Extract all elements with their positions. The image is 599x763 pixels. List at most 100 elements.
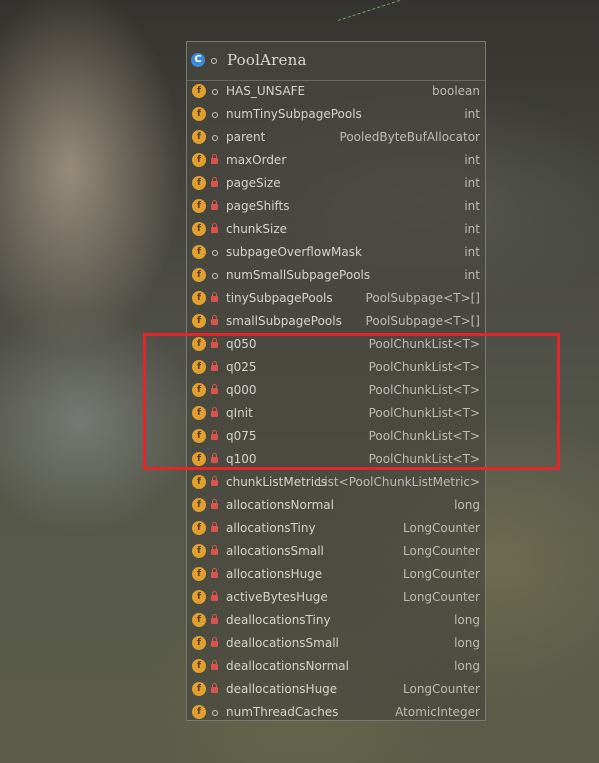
- field-type: LongCounter: [403, 682, 480, 696]
- lock-icon: [211, 361, 218, 371]
- lock-icon: [211, 476, 218, 486]
- field-type: long: [454, 613, 480, 627]
- public-visibility-icon: [212, 710, 218, 716]
- field-row[interactable]: f parent PooledByteBufAllocator: [187, 126, 485, 149]
- field-icon: f: [192, 452, 206, 466]
- field-row[interactable]: f q100 PoolChunkList<T>: [187, 448, 485, 471]
- field-name: deallocationsTiny: [226, 613, 331, 627]
- class-title: PoolArena: [227, 51, 307, 69]
- lock-icon: [211, 499, 218, 509]
- field-type: int: [464, 222, 480, 236]
- field-type: PoolChunkList<T>: [368, 429, 480, 443]
- field-type: PooledByteBufAllocator: [339, 130, 480, 144]
- field-type: AtomicInteger: [395, 705, 480, 719]
- field-row[interactable]: f HAS_UNSAFE boolean: [187, 80, 485, 103]
- field-name: chunkSize: [226, 222, 287, 236]
- field-name: allocationsTiny: [226, 521, 316, 535]
- field-type: int: [464, 245, 480, 259]
- field-icon: f: [192, 245, 206, 259]
- lock-icon: [211, 683, 218, 693]
- field-name: pageShifts: [226, 199, 290, 213]
- field-type: LongCounter: [403, 567, 480, 581]
- field-row[interactable]: f deallocationsTiny long: [187, 609, 485, 632]
- field-type: LongCounter: [403, 521, 480, 535]
- field-row[interactable]: f q000 PoolChunkList<T>: [187, 379, 485, 402]
- field-row[interactable]: f allocationsHuge LongCounter: [187, 563, 485, 586]
- field-row[interactable]: f deallocationsNormal long: [187, 655, 485, 678]
- field-row[interactable]: f numTinySubpagePools int: [187, 103, 485, 126]
- field-icon: f: [192, 107, 206, 121]
- field-type: long: [454, 636, 480, 650]
- field-type: PoolSubpage<T>[]: [365, 291, 480, 305]
- field-row[interactable]: f pageSize int: [187, 172, 485, 195]
- field-type: LongCounter: [403, 544, 480, 558]
- field-icon: f: [192, 199, 206, 213]
- lock-icon: [211, 453, 218, 463]
- field-row[interactable]: f chunkListMetrics List<PoolChunkListMetri…: [187, 471, 485, 494]
- field-list: f HAS_UNSAFE boolean f numTinySubpagePools in…: [187, 80, 485, 724]
- public-visibility-icon: [212, 273, 218, 279]
- field-row[interactable]: f deallocationsHuge LongCounter: [187, 678, 485, 701]
- field-row[interactable]: f pageShifts int: [187, 195, 485, 218]
- field-icon: f: [192, 498, 206, 512]
- field-row[interactable]: f activeBytesHuge LongCounter: [187, 586, 485, 609]
- lock-icon: [211, 200, 218, 210]
- field-row[interactable]: f subpageOverflowMask int: [187, 241, 485, 264]
- structure-popup[interactable]: C PoolArena f HAS_UNSAFE boolean f numTinySu…: [186, 41, 486, 721]
- lock-icon: [211, 223, 218, 233]
- field-name: allocationsNormal: [226, 498, 334, 512]
- field-row[interactable]: f smallSubpagePools PoolSubpage<T>[]: [187, 310, 485, 333]
- lock-icon: [211, 591, 218, 601]
- field-name: q075: [226, 429, 257, 443]
- field-icon: f: [192, 567, 206, 581]
- field-row[interactable]: f maxOrder int: [187, 149, 485, 172]
- field-row[interactable]: f q075 PoolChunkList<T>: [187, 425, 485, 448]
- field-name: allocationsSmall: [226, 544, 324, 558]
- field-icon: f: [192, 130, 206, 144]
- field-row[interactable]: f allocationsSmall LongCounter: [187, 540, 485, 563]
- field-row[interactable]: f allocationsNormal long: [187, 494, 485, 517]
- field-name: chunkListMetrics: [226, 475, 327, 489]
- field-icon: f: [192, 222, 206, 236]
- public-visibility-icon: [211, 58, 217, 64]
- field-type: int: [464, 107, 480, 121]
- field-row[interactable]: f chunkSize int: [187, 218, 485, 241]
- field-name: deallocationsSmall: [226, 636, 339, 650]
- field-name: q025: [226, 360, 257, 374]
- field-name: numTinySubpagePools: [226, 107, 362, 121]
- public-visibility-icon: [212, 135, 218, 141]
- field-icon: f: [192, 406, 206, 420]
- field-name: numSmallSubpagePools: [226, 268, 371, 282]
- field-type: boolean: [432, 84, 480, 98]
- field-name: tinySubpagePools: [226, 291, 333, 305]
- field-type: LongCounter: [403, 590, 480, 604]
- field-row[interactable]: f q025 PoolChunkList<T>: [187, 356, 485, 379]
- field-name: q000: [226, 383, 257, 397]
- field-row[interactable]: f allocationsTiny LongCounter: [187, 517, 485, 540]
- field-row[interactable]: f numSmallSubpagePools int: [187, 264, 485, 287]
- lock-icon: [211, 384, 218, 394]
- field-icon: f: [192, 176, 206, 190]
- field-icon: f: [192, 590, 206, 604]
- field-name: q050: [226, 337, 257, 351]
- public-visibility-icon: [212, 89, 218, 95]
- field-name: numThreadCaches: [226, 705, 339, 719]
- field-row[interactable]: f numThreadCaches AtomicInteger: [187, 701, 485, 724]
- field-name: activeBytesHuge: [226, 590, 328, 604]
- lock-icon: [211, 154, 218, 164]
- field-row[interactable]: f deallocationsSmall long: [187, 632, 485, 655]
- field-row[interactable]: f qInit PoolChunkList<T>: [187, 402, 485, 425]
- field-type: PoolChunkList<T>: [368, 452, 480, 466]
- field-type: long: [454, 498, 480, 512]
- field-row[interactable]: f q050 PoolChunkList<T>: [187, 333, 485, 356]
- field-row[interactable]: f tinySubpagePools PoolSubpage<T>[]: [187, 287, 485, 310]
- field-type: PoolChunkList<T>: [368, 360, 480, 374]
- field-type: int: [464, 176, 480, 190]
- field-name: HAS_UNSAFE: [226, 84, 306, 98]
- lock-icon: [211, 315, 218, 325]
- lock-icon: [211, 545, 218, 555]
- lock-icon: [211, 430, 218, 440]
- lock-icon: [211, 637, 218, 647]
- lock-icon: [211, 568, 218, 578]
- lock-icon: [211, 177, 218, 187]
